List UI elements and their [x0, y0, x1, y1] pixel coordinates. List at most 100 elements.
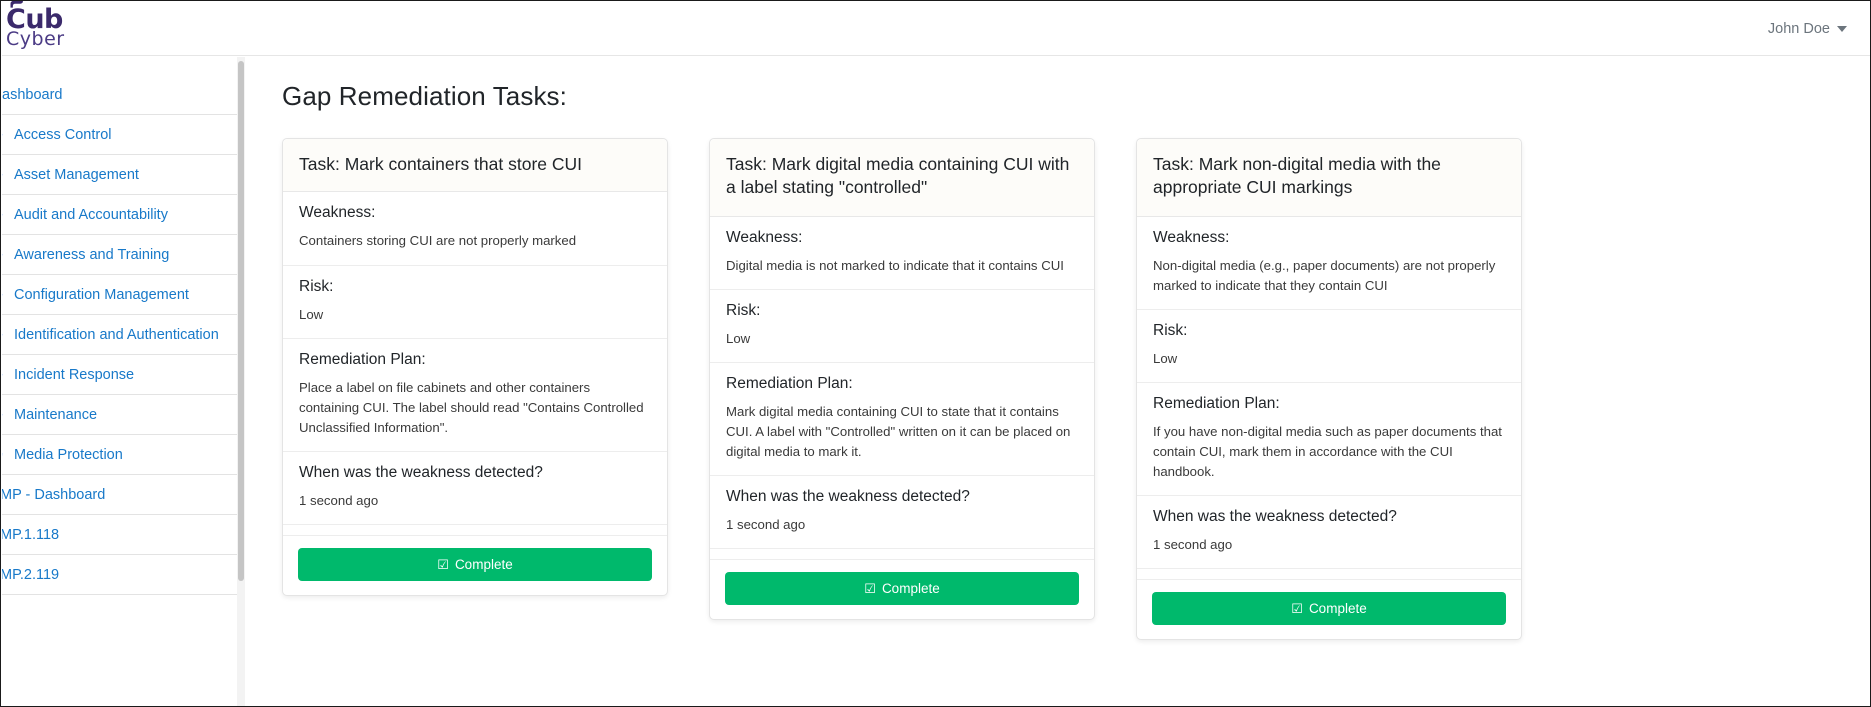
section-label-remediation-plan: Remediation Plan:	[299, 350, 426, 368]
complete-button-label: Complete	[1308, 601, 1367, 617]
cub-cap-icon	[10, 1, 23, 8]
chevron-right-icon: ›	[2, 169, 8, 181]
chevron-down-icon	[1837, 25, 1847, 32]
task-card-footer: ☑ Complete	[283, 534, 667, 595]
sidebar-item-maintenance[interactable]: › Maintenance	[2, 395, 237, 435]
app-window: Cub Cyber John Doe ashboard › Access Contr…	[0, 0, 1871, 707]
task-card-title: Task: Mark digital media containing CUI …	[710, 139, 1094, 217]
card-spacer	[1137, 569, 1521, 579]
sidebar-item-label: Access Control	[14, 126, 112, 143]
sidebar-item-mp-dashboard[interactable]: MP - Dashboard	[2, 475, 237, 515]
sidebar-item-awareness-and-training[interactable]: › Awareness and Training	[2, 235, 237, 275]
section-value-risk: Low	[299, 306, 324, 322]
sidebar-item-label: Media Protection	[14, 446, 123, 463]
brand-logo-line1: Cub	[6, 1, 65, 33]
sidebar-item-label: MP - Dashboard	[2, 486, 106, 503]
section-value-remediation-plan: If you have non-digital media such as pa…	[1153, 424, 1502, 480]
task-card-section-risk: Risk: Low	[710, 290, 1094, 363]
sidebar-item-access-control[interactable]: › Access Control	[2, 115, 237, 155]
chevron-down-icon: ›	[2, 448, 7, 461]
sidebar-top-spacer	[2, 57, 237, 75]
sidebar-item-mp-2-119[interactable]: MP.2.119	[2, 555, 237, 595]
task-card-section-remediation-plan: Remediation Plan: Place a label on file c…	[283, 339, 667, 452]
chevron-right-icon: ›	[2, 249, 8, 261]
sidebar-scrollbar-thumb[interactable]	[238, 61, 244, 581]
sidebar-item-configuration-management[interactable]: › Configuration Management	[2, 275, 237, 315]
complete-button[interactable]: ☑ Complete	[298, 547, 652, 581]
user-menu-label: John Doe	[1767, 20, 1830, 37]
task-card-section-detected-time: When was the weakness detected? 1 second …	[1137, 496, 1521, 570]
task-card: Task: Mark containers that store CUI Weak…	[282, 138, 668, 596]
sidebar-item-label: Asset Management	[14, 166, 139, 183]
task-card-section-weakness: Weakness: Digital media is not marked to …	[710, 217, 1094, 290]
sidebar-item-media-protection[interactable]: › Media Protection	[2, 435, 237, 475]
section-label-weakness: Weakness:	[299, 204, 376, 222]
section-value-remediation-plan: Mark digital media containing CUI to sta…	[726, 404, 1071, 460]
task-card-section-detected-time: When was the weakness detected? 1 second …	[710, 476, 1094, 550]
sidebar-item-label: Awareness and Training	[14, 246, 170, 263]
sidebar-item-incident-response[interactable]: › Incident Response	[2, 355, 237, 395]
section-label-weakness: Weakness:	[1153, 228, 1230, 246]
chevron-right-icon: ›	[2, 209, 8, 221]
section-value-risk: Low	[726, 330, 751, 346]
task-card-section-remediation-plan: Remediation Plan: Mark digital media cont…	[710, 363, 1094, 477]
chevron-right-icon: ›	[2, 329, 8, 341]
chevron-right-icon: ›	[2, 129, 8, 141]
sidebar-item-label: Incident Response	[14, 366, 135, 383]
sidebar-item-label: MP.2.119	[2, 566, 60, 583]
sidebar-item-label: Identification and Authentication	[14, 326, 219, 343]
section-label-detected-time: When was the weakness detected?	[726, 488, 970, 506]
top-header-bar: Cub Cyber John Doe	[2, 1, 1870, 56]
task-card: Task: Mark non-digital media with the ap…	[1136, 138, 1522, 641]
checkbox-checked-icon: ☑	[864, 581, 876, 597]
section-label-weakness: Weakness:	[726, 228, 803, 246]
section-value-detected-time: 1 second ago	[1153, 537, 1233, 553]
section-value-weakness: Digital media is not marked to indicate …	[726, 257, 1064, 273]
sidebar-item-label: Audit and Accountability	[14, 206, 168, 223]
main-content: Gap Remediation Tasks: Task: Mark contai…	[246, 57, 1870, 706]
sidebar-item-audit-and-accountability[interactable]: › Audit and Accountability	[2, 195, 237, 235]
complete-button[interactable]: ☑ Complete	[725, 572, 1079, 606]
section-value-remediation-plan: Place a label on file cabinets and other…	[299, 379, 644, 435]
section-label-detected-time: When was the weakness detected?	[299, 463, 543, 481]
task-card-title: Task: Mark containers that store CUI	[283, 139, 667, 193]
sidebar-nav[interactable]: ashboard › Access Control › Asset Management…	[2, 57, 238, 706]
task-card-footer: ☑ Complete	[1137, 579, 1521, 639]
complete-button[interactable]: ☑ Complete	[1152, 592, 1506, 626]
section-value-risk: Low	[1153, 351, 1178, 366]
sidebar-item-label: MP.1.118	[2, 526, 60, 543]
task-card-section-risk: Risk: Low	[283, 266, 667, 339]
section-label-detected-time: When was the weakness detected?	[1153, 508, 1397, 526]
brand-logo[interactable]: Cub Cyber	[6, 1, 65, 49]
sidebar-item-label: ashboard	[2, 86, 63, 103]
sidebar-item-identification-and-authentication[interactable]: › Identification and Authentication	[2, 315, 237, 355]
section-label-risk: Risk:	[299, 277, 334, 295]
section-value-weakness: Containers storing CUI are not properly …	[299, 233, 577, 249]
task-card-section-detected-time: When was the weakness detected? 1 second …	[283, 452, 667, 525]
card-spacer	[710, 549, 1094, 559]
sidebar-item-mp-1-118[interactable]: MP.1.118	[2, 515, 237, 555]
page-title: Gap Remediation Tasks:	[282, 81, 567, 111]
sidebar-item-label: Maintenance	[14, 406, 98, 423]
chevron-right-icon: ›	[2, 289, 8, 301]
chevron-right-icon: ›	[2, 369, 8, 381]
task-card-section-weakness: Weakness: Non-digital media (e.g., paper …	[1137, 217, 1521, 310]
card-spacer	[283, 525, 667, 535]
section-value-detected-time: 1 second ago	[726, 517, 806, 533]
complete-button-label: Complete	[881, 581, 940, 597]
checkbox-checked-icon: ☑	[437, 556, 449, 572]
section-label-remediation-plan: Remediation Plan:	[726, 375, 853, 392]
task-card: Task: Mark digital media containing CUI …	[709, 138, 1095, 621]
section-label-risk: Risk:	[1153, 322, 1188, 339]
section-label-risk: Risk:	[726, 301, 761, 319]
checkbox-checked-icon: ☑	[1291, 601, 1303, 617]
task-card-title: Task: Mark non-digital media with the ap…	[1137, 139, 1521, 217]
task-card-section-risk: Risk: Low	[1137, 310, 1521, 384]
user-menu-dropdown[interactable]: John Doe	[1768, 21, 1847, 37]
chevron-right-icon: ›	[2, 409, 8, 421]
sidebar-item-list: ashboard › Access Control › Asset Management…	[2, 75, 237, 595]
sidebar-item-label: Configuration Management	[14, 286, 189, 303]
task-card-footer: ☑ Complete	[710, 559, 1094, 619]
sidebar-item-ashboard[interactable]: ashboard	[2, 75, 237, 115]
sidebar-item-asset-management[interactable]: › Asset Management	[2, 155, 237, 195]
